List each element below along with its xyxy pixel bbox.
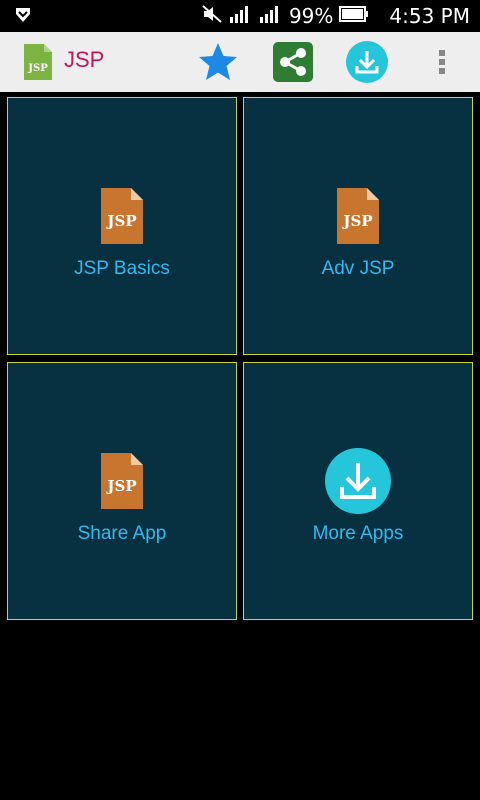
share-icon xyxy=(273,42,313,82)
mute-icon xyxy=(201,4,223,28)
app-logo-text: JSP xyxy=(27,63,48,74)
tile-share-app[interactable]: JSP Share App xyxy=(7,362,237,620)
svg-text:JSP: JSP xyxy=(341,212,372,230)
tile-label: JSP Basics xyxy=(74,258,170,279)
app-logo-icon: JSP xyxy=(22,42,54,86)
tile-more-apps[interactable]: More Apps xyxy=(243,362,473,620)
svg-text:JSP: JSP xyxy=(105,212,136,230)
tile-jsp-basics[interactable]: JSP JSP Basics xyxy=(7,97,237,355)
share-button[interactable] xyxy=(271,40,315,84)
download-icon xyxy=(346,41,388,83)
favorite-button[interactable] xyxy=(196,40,240,84)
download-circle-icon xyxy=(324,448,392,514)
tile-label: Share App xyxy=(77,523,167,544)
star-icon xyxy=(199,43,237,80)
clock: 4:53 PM xyxy=(389,4,470,28)
tile-adv-jsp[interactable]: JSP Adv JSP xyxy=(243,97,473,355)
svg-text:JSP: JSP xyxy=(105,477,136,495)
jsp-file-icon: JSP xyxy=(99,449,145,513)
shield-notification-icon xyxy=(14,6,32,28)
jsp-file-icon: JSP xyxy=(335,184,381,248)
battery-icon xyxy=(339,6,369,26)
more-vert-icon xyxy=(439,50,445,74)
signal-icon-1 xyxy=(229,4,253,28)
app-title: JSP xyxy=(64,47,105,72)
app-bar: JSP JSP xyxy=(0,32,480,92)
status-icons: 99% 4:53 PM xyxy=(201,0,470,32)
battery-percent: 99% xyxy=(288,4,334,28)
signal-icon-2 xyxy=(259,4,283,28)
status-bar: 99% 4:53 PM xyxy=(0,0,480,32)
download-button[interactable] xyxy=(345,40,389,84)
tile-label: Adv JSP xyxy=(321,258,395,279)
jsp-file-icon: JSP xyxy=(99,184,145,248)
overflow-menu-button[interactable] xyxy=(420,40,464,84)
tile-label: More Apps xyxy=(312,523,404,544)
